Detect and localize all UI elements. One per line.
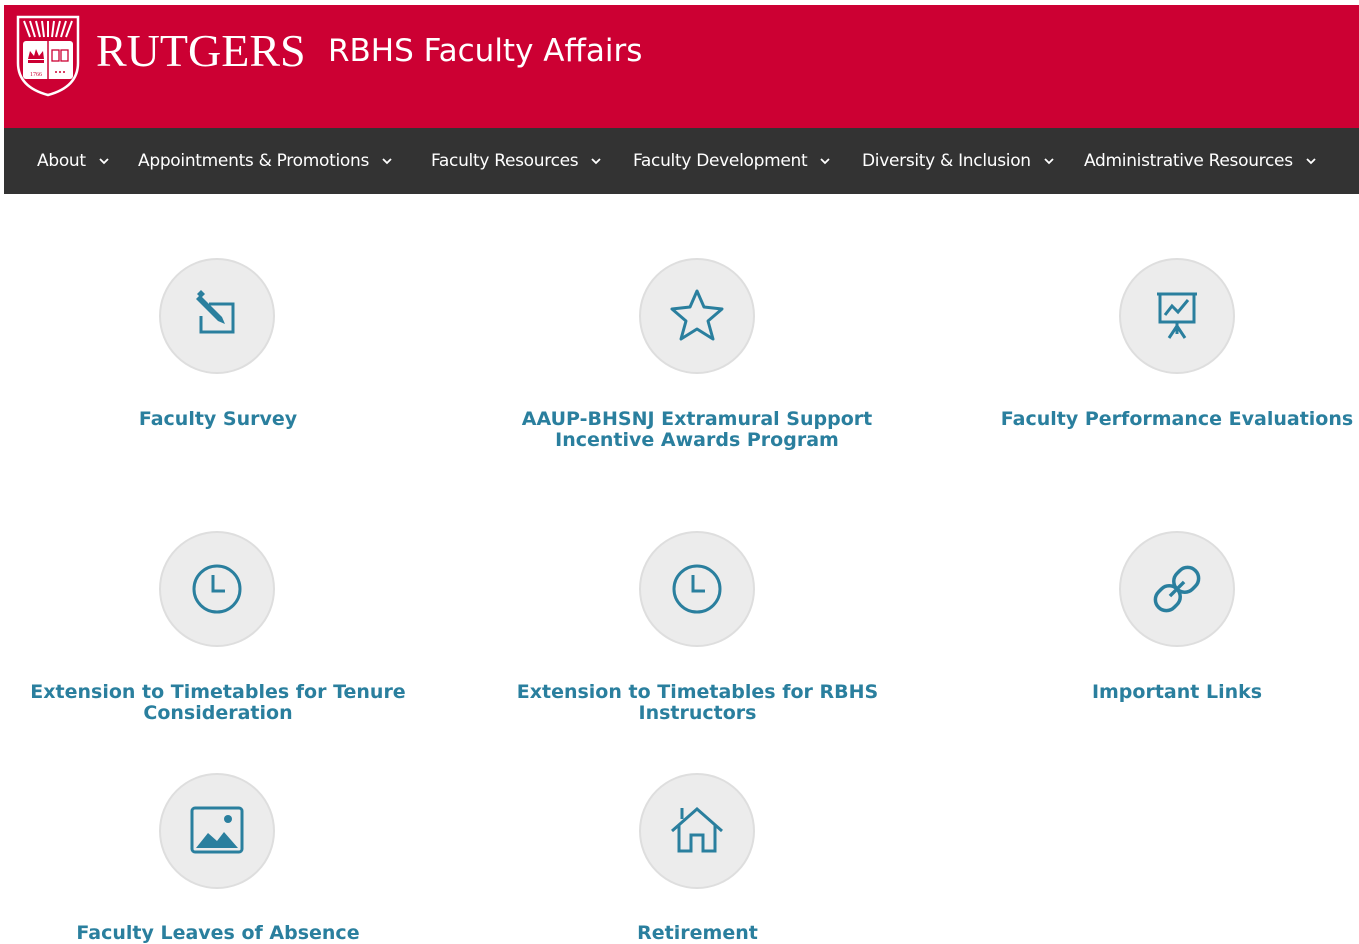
tile-label-important-links[interactable]: Important Links xyxy=(990,682,1359,703)
image-icon xyxy=(190,806,244,854)
site-title[interactable]: RBHS Faculty Affairs xyxy=(328,31,642,71)
nav-label: Faculty Resources xyxy=(431,151,579,171)
clock-icon xyxy=(672,564,722,614)
tile-label-performance-evaluations[interactable]: Faculty Performance Evaluations xyxy=(990,409,1359,430)
chevron-down-icon xyxy=(1044,157,1054,164)
chevron-down-icon xyxy=(820,157,831,164)
tile-label-instructor-timetables[interactable]: Extension to Timetables for RBHS Instruc… xyxy=(500,682,895,724)
home-icon xyxy=(671,807,723,853)
rutgers-shield-logo[interactable]: 1766 xyxy=(16,15,80,97)
nav-label: Faculty Development xyxy=(633,151,808,171)
chevron-down-icon xyxy=(382,157,392,164)
nav-item-diversity[interactable]: Diversity & Inclusion xyxy=(862,128,1054,194)
aaup-awards-link[interactable] xyxy=(639,258,755,374)
presentation-chart-icon xyxy=(1157,292,1197,339)
edit-icon xyxy=(196,290,235,334)
important-links-link[interactable] xyxy=(1119,531,1235,647)
site-header: 1766 RUTGERS RBHS Faculty Affairs xyxy=(4,5,1359,128)
clock-icon xyxy=(192,564,242,614)
nav-item-faculty-resources[interactable]: Faculty Resources xyxy=(431,128,602,194)
main-navigation: About Appointments & Promotions Faculty … xyxy=(4,128,1359,194)
retirement-link[interactable] xyxy=(639,773,755,889)
nav-label: Diversity & Inclusion xyxy=(862,151,1031,171)
faculty-survey-link[interactable] xyxy=(159,258,275,374)
tile-label-retirement[interactable]: Retirement xyxy=(500,923,895,944)
nav-item-faculty-development[interactable]: Faculty Development xyxy=(633,128,831,194)
tile-label-faculty-survey[interactable]: Faculty Survey xyxy=(0,409,436,430)
tile-label-tenure-timetables[interactable]: Extension to Timetables for Tenure Consi… xyxy=(20,682,416,724)
star-icon xyxy=(670,289,724,341)
chevron-down-icon xyxy=(1306,157,1316,164)
chevron-down-icon xyxy=(591,157,602,164)
instructor-timetables-link[interactable] xyxy=(639,531,755,647)
tenure-timetables-link[interactable] xyxy=(159,531,275,647)
nav-item-about[interactable]: About xyxy=(37,128,109,194)
nav-label: Administrative Resources xyxy=(1084,151,1293,171)
nav-label: Appointments & Promotions xyxy=(138,151,370,171)
leaves-of-absence-link[interactable] xyxy=(159,773,275,889)
nav-item-administrative-resources[interactable]: Administrative Resources xyxy=(1084,128,1316,194)
link-icon xyxy=(1153,565,1201,613)
rutgers-wordmark[interactable]: RUTGERS xyxy=(96,25,306,77)
chevron-down-icon xyxy=(99,157,109,164)
tile-label-leaves-of-absence[interactable]: Faculty Leaves of Absence xyxy=(0,923,436,944)
tile-label-aaup-awards[interactable]: AAUP-BHSNJ Extramural Support Incentive … xyxy=(510,409,884,451)
shield-year: 1766 xyxy=(30,72,42,78)
performance-evaluations-link[interactable] xyxy=(1119,258,1235,374)
nav-item-appointments[interactable]: Appointments & Promotions xyxy=(138,128,392,194)
nav-label: About xyxy=(37,151,86,171)
